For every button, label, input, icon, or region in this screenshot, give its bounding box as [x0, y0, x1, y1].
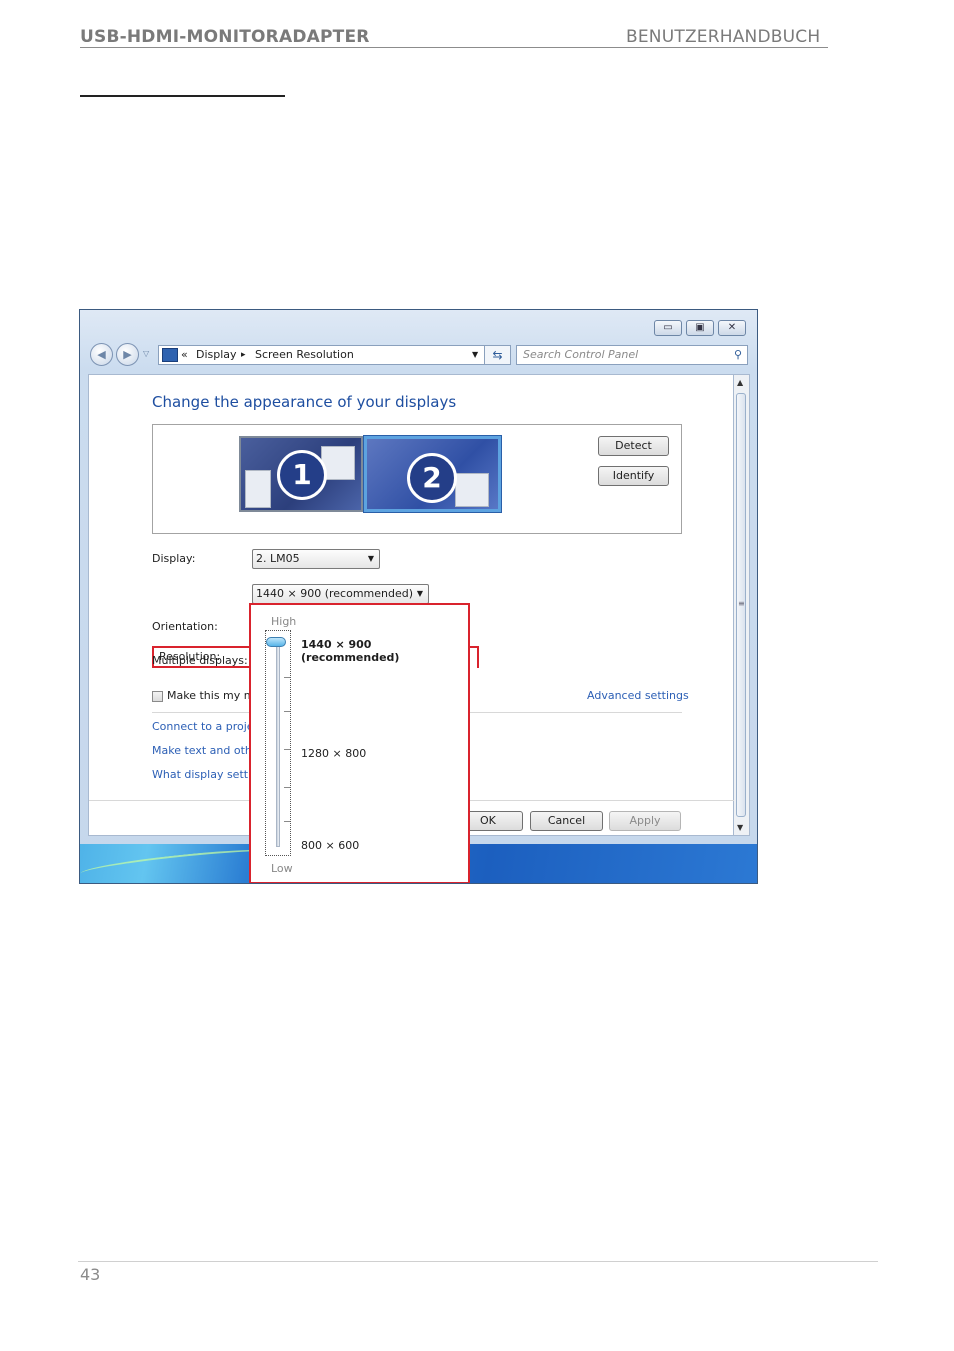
connect-projector-link[interactable]: Connect to a projec: [152, 720, 260, 733]
text-size-link[interactable]: Make text and othe: [152, 744, 259, 757]
slider-tick: [284, 787, 290, 788]
scrollbar-thumb[interactable]: ≡: [736, 393, 746, 817]
main-display-checkbox-label: Make this my m: [167, 689, 255, 702]
search-icon[interactable]: ⚲: [734, 346, 742, 364]
display-select-value: 2. LM05: [256, 552, 300, 565]
apply-button[interactable]: Apply: [609, 811, 681, 831]
resolution-select[interactable]: 1440 × 900 (recommended) ▼: [252, 584, 429, 604]
recent-pages-icon[interactable]: ▽: [143, 349, 149, 358]
document-title: USB-HDMI-MONITORADAPTER: [80, 27, 370, 47]
identify-button[interactable]: Identify: [598, 466, 669, 486]
breadcrumb-screen-resolution[interactable]: Screen Resolution: [255, 346, 354, 364]
main-display-checkbox[interactable]: [152, 691, 163, 702]
slider-low-label: Low: [271, 862, 293, 875]
section-underline: [80, 95, 285, 97]
advanced-settings-link[interactable]: Advanced settings: [587, 689, 689, 702]
resolution-option-high[interactable]: 1440 × 900 (recommended): [301, 638, 468, 664]
page-heading: Change the appearance of your displays: [152, 393, 457, 411]
refresh-button[interactable]: ⇆: [485, 345, 511, 365]
forward-button[interactable]: ▶: [116, 343, 139, 366]
display-label: Display:: [152, 552, 196, 565]
resolution-option-low[interactable]: 800 × 600: [301, 839, 359, 852]
breadcrumb-display[interactable]: Display: [196, 346, 237, 364]
chevron-down-icon: ▼: [367, 554, 374, 563]
breadcrumb-overflow[interactable]: «: [181, 346, 188, 364]
monitor-1-window-left: [245, 470, 271, 508]
resolution-slider[interactable]: [265, 630, 291, 856]
address-bar[interactable]: « Display ▸ Screen Resolution ▼: [158, 345, 485, 365]
forward-arrow-icon: ▶: [123, 348, 132, 361]
vertical-scrollbar[interactable]: ▲ ≡ ▼: [734, 374, 750, 836]
slider-high-label: High: [271, 615, 297, 628]
search-input[interactable]: Search Control Panel ⚲: [516, 345, 748, 365]
chevron-down-icon: ▼: [416, 589, 423, 598]
address-dropdown-icon[interactable]: ▼: [472, 346, 478, 364]
orientation-label: Orientation:: [152, 620, 218, 633]
display-select[interactable]: 2. LM05 ▼: [252, 549, 380, 569]
multiple-displays-label: Multiple displays:: [152, 654, 248, 667]
document-section: BENUTZERHANDBUCH: [626, 27, 821, 47]
close-icon: ✕: [727, 322, 737, 333]
monitor-2-tile[interactable]: 2: [363, 435, 502, 513]
header-divider: [80, 47, 828, 48]
resolution-dropdown: High 1440 × 900 (recommended) 1280 × 800…: [249, 603, 470, 883]
monitor-2-window: [455, 473, 489, 507]
slider-tick: [284, 749, 290, 750]
maximize-button[interactable]: ▣: [686, 320, 714, 336]
monitor-1-number: 1: [277, 450, 327, 500]
breadcrumb-separator-icon[interactable]: ▸: [241, 346, 246, 364]
minimize-icon: ▭: [663, 322, 673, 333]
maximize-icon: ▣: [695, 322, 705, 333]
ok-button-label: OK: [480, 814, 496, 827]
refresh-icon: ⇆: [492, 348, 503, 362]
display-arrangement-preview: 1 2 Detect Identify: [152, 424, 682, 534]
display-settings-help-link[interactable]: What display settin: [152, 768, 258, 781]
slider-tick: [284, 677, 290, 678]
minimize-button[interactable]: ▭: [654, 320, 682, 336]
cancel-button[interactable]: Cancel: [530, 811, 603, 831]
slider-tick: [284, 711, 290, 712]
resolution-option-mid[interactable]: 1280 × 800: [301, 747, 366, 760]
control-panel-icon: [162, 348, 178, 362]
grip-icon: ≡: [738, 599, 745, 608]
search-placeholder: Search Control Panel: [523, 348, 639, 361]
detect-button[interactable]: Detect: [598, 436, 669, 456]
slider-thumb[interactable]: [266, 637, 286, 647]
scroll-up-icon[interactable]: ▲: [737, 378, 743, 387]
back-button[interactable]: ◀: [90, 343, 113, 366]
scroll-down-icon[interactable]: ▼: [737, 823, 743, 832]
monitor-1-tile[interactable]: 1: [239, 436, 363, 512]
slider-tick: [284, 821, 290, 822]
screen-resolution-window: ▭ ▣ ✕ ◀ ▶ ▽ « Display ▸ Screen Resolutio…: [79, 309, 758, 884]
close-button[interactable]: ✕: [718, 320, 746, 336]
slider-groove: [276, 639, 280, 847]
back-arrow-icon: ◀: [97, 348, 106, 361]
page-number: 43: [80, 1265, 101, 1284]
monitor-2-number: 2: [407, 453, 457, 503]
footer-divider-line: [78, 1261, 878, 1262]
resolution-select-value: 1440 × 900 (recommended): [256, 587, 414, 600]
